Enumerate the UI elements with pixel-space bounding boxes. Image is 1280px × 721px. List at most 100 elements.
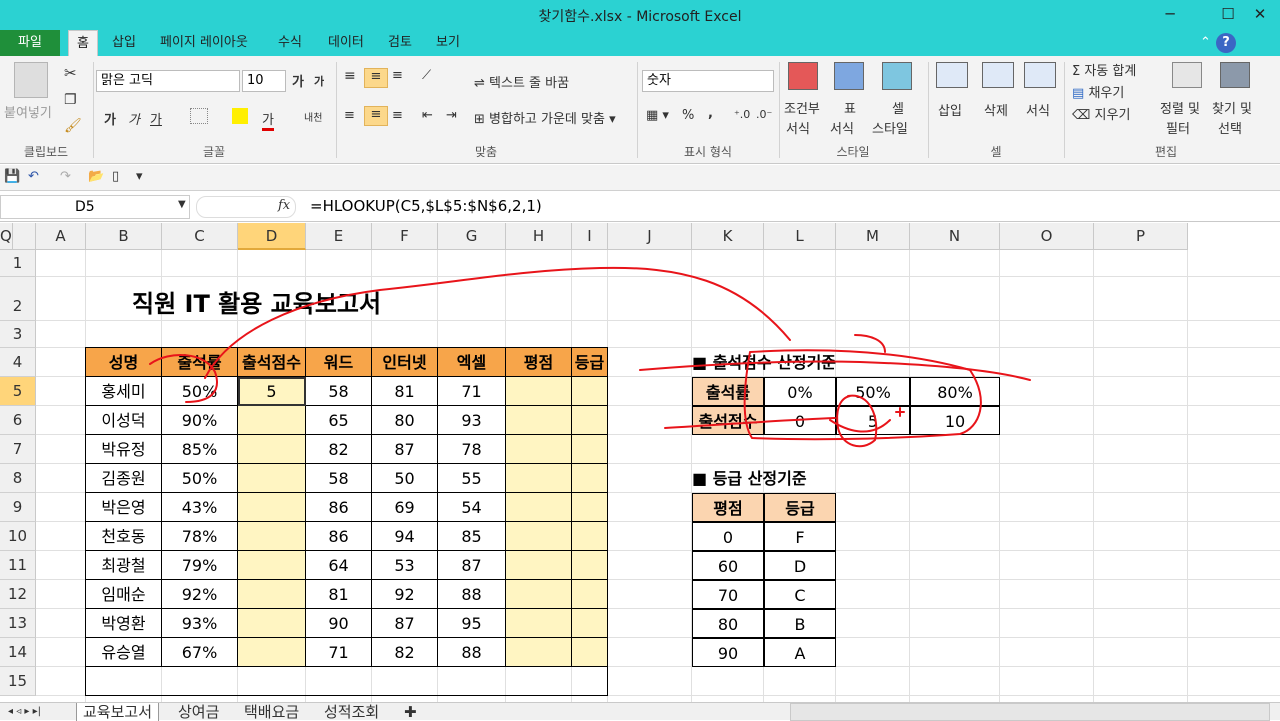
binoculars-icon[interactable] <box>1220 62 1250 88</box>
copy-icon[interactable]: ❐ <box>64 92 77 108</box>
close-button[interactable]: ✕ <box>1240 2 1280 26</box>
column-header-j[interactable]: J <box>608 223 692 250</box>
cell-style-label-2[interactable]: 스타일 <box>872 118 908 137</box>
tab-page-layout[interactable]: 페이지 레이아웃 <box>160 30 248 56</box>
tab-review[interactable]: 검토 <box>388 30 412 56</box>
tab-formulas[interactable]: 수식 <box>278 30 302 56</box>
table-format-icon[interactable] <box>834 62 864 90</box>
row-header-1[interactable]: 1 <box>0 250 36 277</box>
paste-button[interactable]: 붙여넣기 <box>4 102 52 121</box>
bold-button[interactable]: 가 <box>104 109 116 128</box>
tab-view[interactable]: 보기 <box>436 30 460 56</box>
align-bottom-icon[interactable]: ≡ <box>392 68 403 83</box>
format-cells-button[interactable]: 서식 <box>1026 100 1050 119</box>
insert-cells-icon[interactable] <box>936 62 968 88</box>
italic-button[interactable]: 가 <box>128 109 140 128</box>
customize-qat-icon[interactable]: ▾ <box>136 169 143 184</box>
row-header-2[interactable]: 2 <box>0 277 36 321</box>
row-header-13[interactable]: 13 <box>0 609 36 638</box>
font-grow-button[interactable]: 가 <box>292 71 304 90</box>
currency-icon[interactable]: ▦ ▾ <box>646 108 669 123</box>
insert-cells-button[interactable]: 삽입 <box>938 100 962 119</box>
tab-insert[interactable]: 삽입 <box>112 30 136 56</box>
column-header-d[interactable]: D <box>238 223 306 250</box>
font-shrink-button[interactable]: 가 <box>314 73 324 89</box>
format-painter-icon[interactable]: 🖌 <box>64 118 82 134</box>
align-middle-icon[interactable]: ≡ <box>364 68 388 88</box>
worksheet-grid[interactable]: A B C D E F G H I J K L M N O P Q 1 2 3 4 5 6 7 8 9 10 11 12 13 14 15 직원… <box>0 223 1280 702</box>
orientation-icon[interactable]: ⟋ <box>422 68 431 83</box>
undo-icon[interactable]: ↶ <box>28 169 39 184</box>
column-header-k[interactable]: K <box>692 223 764 250</box>
find-select-label-2[interactable]: 선택 <box>1218 118 1242 137</box>
increase-indent-icon[interactable]: ⇥ <box>446 108 457 123</box>
column-header-o[interactable]: O <box>1000 223 1094 250</box>
new-sheet-icon[interactable]: ✚ <box>404 703 417 721</box>
paste-icon[interactable] <box>14 62 48 98</box>
align-right-icon[interactable]: ≡ <box>392 108 403 123</box>
sort-filter-label-2[interactable]: 필터 <box>1166 118 1190 137</box>
column-header-n[interactable]: N <box>910 223 1000 250</box>
align-top-icon[interactable]: ≡ <box>344 68 356 84</box>
number-format-select[interactable]: 숫자 <box>642 70 774 92</box>
font-name-select[interactable]: 맑은 고딕 <box>96 70 240 92</box>
column-header-c[interactable]: C <box>162 223 238 250</box>
autosum-button[interactable]: Σ 자동 합계 <box>1072 60 1136 79</box>
underline-button[interactable]: 가 <box>150 109 162 128</box>
new-file-icon[interactable]: ▯ <box>112 169 119 184</box>
redo-icon[interactable]: ↷ <box>60 169 71 184</box>
cut-icon[interactable]: ✂ <box>64 64 77 82</box>
row-header-5[interactable]: 5 <box>0 377 36 406</box>
column-header-b[interactable]: B <box>86 223 162 250</box>
percent-button[interactable]: % <box>682 108 694 123</box>
cell-style-icon[interactable] <box>882 62 912 90</box>
column-header-f[interactable]: F <box>372 223 438 250</box>
column-header-i[interactable]: I <box>572 223 608 250</box>
sheet-tab[interactable]: 택배요금 <box>244 703 299 721</box>
tab-home[interactable]: 홈 <box>68 30 98 56</box>
table-format-label-2[interactable]: 서식 <box>830 118 854 137</box>
minimize-button[interactable]: ─ <box>1150 2 1190 26</box>
cell-style-label[interactable]: 셀 <box>892 98 904 117</box>
column-header-e[interactable]: E <box>306 223 372 250</box>
row-header-14[interactable]: 14 <box>0 638 36 667</box>
formula-input[interactable]: =HLOOKUP(C5,$L$5:$N$6,2,1) <box>310 197 542 215</box>
border-icon[interactable] <box>190 108 208 124</box>
row-header-15[interactable]: 15 <box>0 667 36 696</box>
help-icon[interactable]: ? <box>1216 33 1236 53</box>
decrease-indent-icon[interactable]: ⇤ <box>422 108 433 123</box>
wrap-text-button[interactable]: ⇌ 텍스트 줄 바꿈 <box>474 72 569 91</box>
row-header-12[interactable]: 12 <box>0 580 36 609</box>
find-select-label[interactable]: 찾기 및 <box>1212 98 1252 117</box>
delete-cells-icon[interactable] <box>982 62 1014 88</box>
open-folder-icon[interactable]: 📂 <box>88 169 104 184</box>
name-box-dropdown-icon[interactable]: ▼ <box>178 199 186 210</box>
file-tab[interactable]: 파일 <box>0 30 60 56</box>
column-header-l[interactable]: L <box>764 223 836 250</box>
table-format-label[interactable]: 표 <box>844 98 856 117</box>
sheet-tab[interactable]: 성적조회 <box>324 703 379 721</box>
conditional-format-icon[interactable] <box>788 62 818 90</box>
align-center-icon[interactable]: ≡ <box>364 106 388 126</box>
column-header-q[interactable]: Q <box>0 223 13 250</box>
phonetic-button[interactable]: 내천 <box>304 109 322 124</box>
row-header-8[interactable]: 8 <box>0 464 36 493</box>
insert-function-button[interactable]: fx <box>278 198 290 213</box>
decrease-decimal-icon[interactable]: .0⁻ <box>756 108 772 121</box>
comma-button[interactable]: , <box>708 106 713 121</box>
fill-button[interactable]: ▤ 채우기 <box>1072 82 1124 101</box>
sort-filter-icon[interactable] <box>1172 62 1202 88</box>
row-header-3[interactable]: 3 <box>0 321 36 348</box>
sheet-nav-icon[interactable]: ◂ ◃ ▸ ▸| <box>8 703 41 721</box>
row-header-4[interactable]: 4 <box>0 348 36 377</box>
chevron-up-icon[interactable]: ⌃ <box>1200 30 1211 56</box>
column-header-g[interactable]: G <box>438 223 506 250</box>
font-color-button[interactable]: 가 <box>262 109 274 131</box>
conditional-format-label[interactable]: 조건부 <box>784 98 820 117</box>
sheet-tab-active[interactable]: 교육보고서 <box>76 703 160 721</box>
sort-filter-label[interactable]: 정렬 및 <box>1160 98 1200 117</box>
font-size-select[interactable]: 10 <box>242 70 286 92</box>
increase-decimal-icon[interactable]: ⁺.0 <box>734 108 750 121</box>
row-header-9[interactable]: 9 <box>0 493 36 522</box>
fill-color-icon[interactable] <box>232 108 248 124</box>
